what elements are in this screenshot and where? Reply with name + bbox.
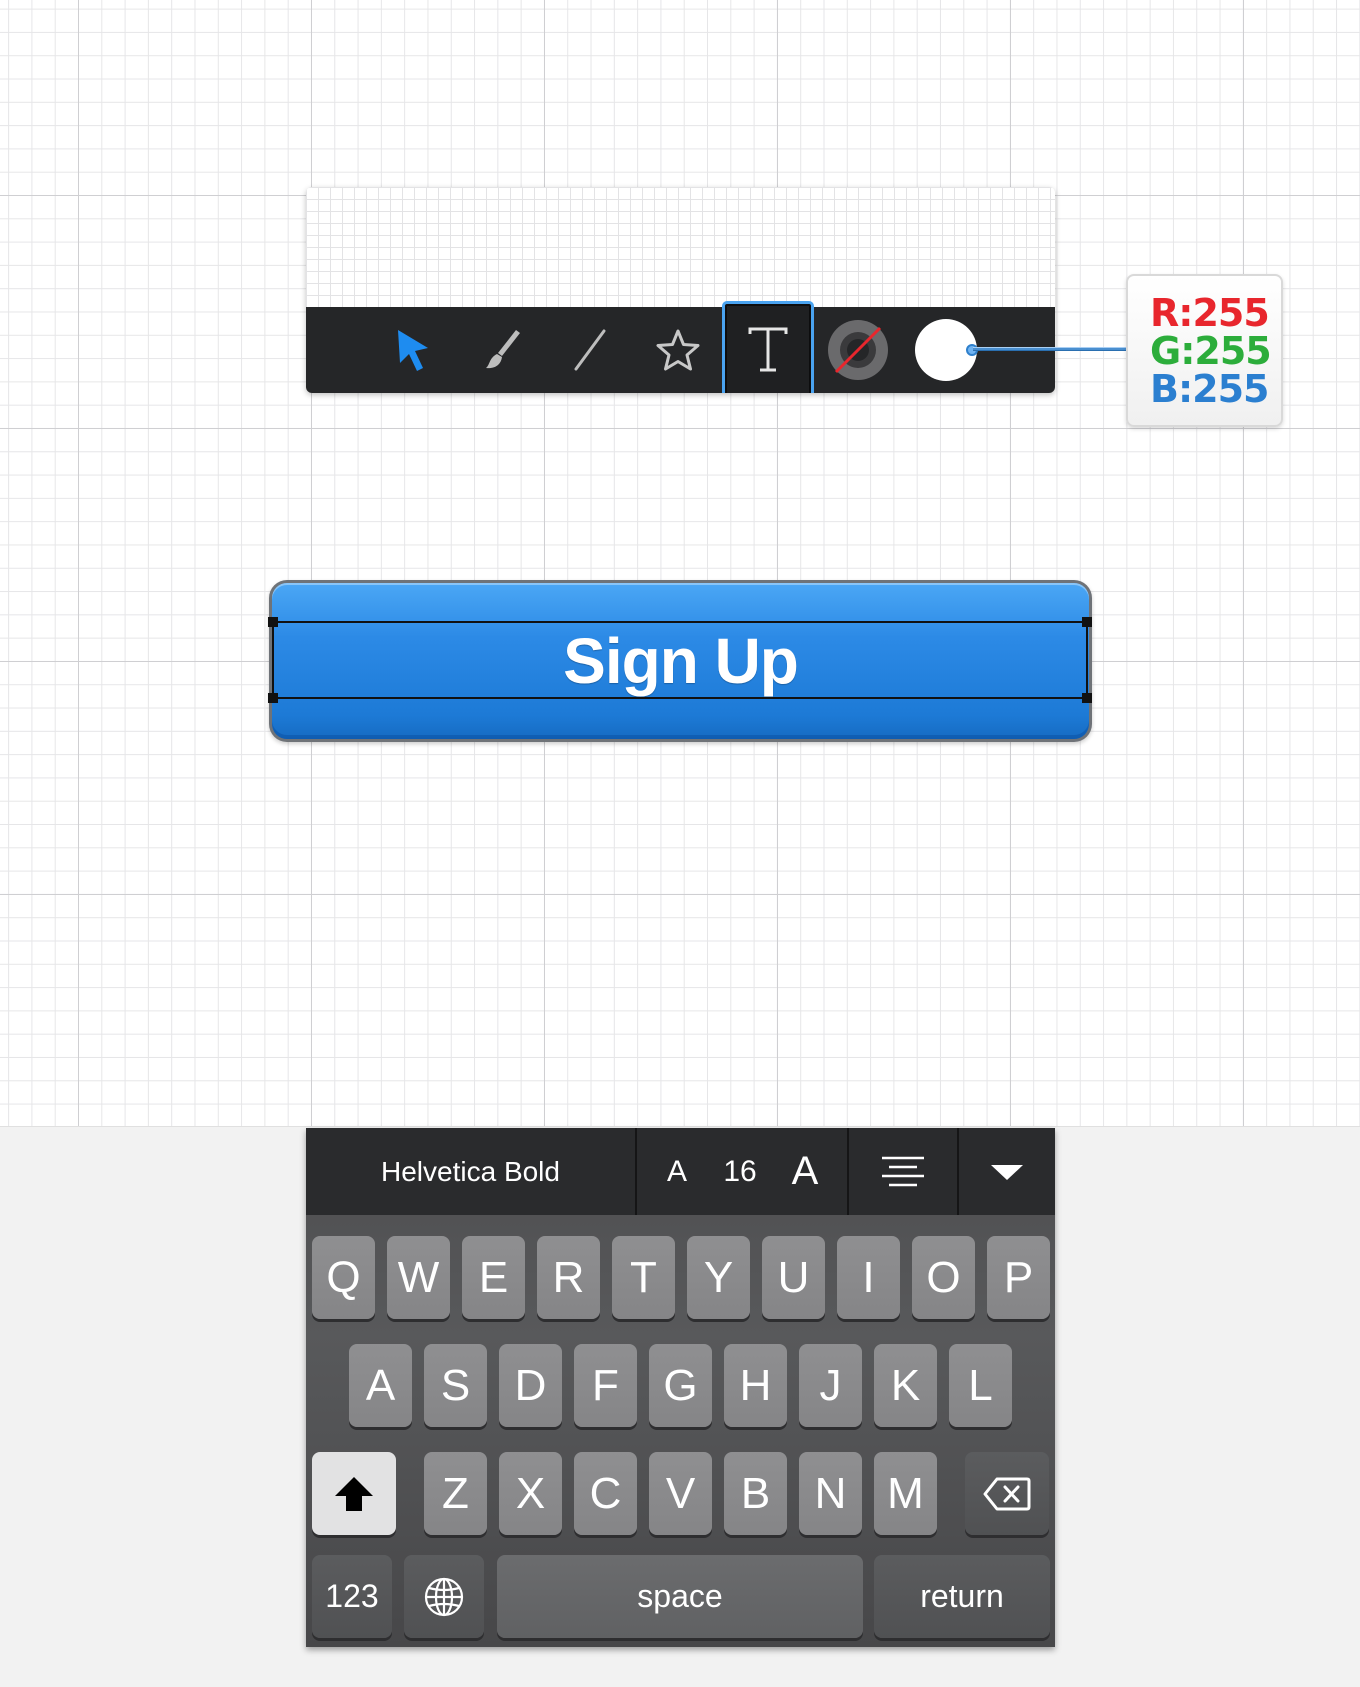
drawing-toolbar — [306, 301, 1055, 393]
text-format-toolbar: Helvetica Bold A 16 A — [306, 1128, 1055, 1215]
tool-panel — [306, 187, 1055, 393]
key-b[interactable]: B — [724, 1452, 787, 1535]
key-n[interactable]: N — [799, 1452, 862, 1535]
key-v[interactable]: V — [649, 1452, 712, 1535]
key-k[interactable]: K — [874, 1344, 937, 1427]
onscreen-keyboard: Helvetica Bold A 16 A Q W E R T Y U I O … — [306, 1128, 1055, 1647]
blue-value: B:255 — [1150, 366, 1269, 411]
font-size-control: A 16 A — [637, 1128, 849, 1215]
green-value: G:255 — [1150, 328, 1272, 373]
signup-button-frame: Sign Up — [269, 580, 1092, 742]
font-name-label: Helvetica Bold — [381, 1155, 560, 1187]
return-key[interactable]: return — [874, 1555, 1050, 1638]
shape-tool[interactable] — [634, 307, 722, 393]
key-a[interactable]: A — [349, 1344, 412, 1427]
color-callout-connector — [973, 347, 1126, 351]
key-m[interactable]: M — [874, 1452, 937, 1535]
shift-key[interactable] — [312, 1452, 396, 1535]
no-stroke-icon — [828, 320, 888, 380]
backspace-icon — [983, 1477, 1031, 1510]
hide-keyboard-button[interactable] — [959, 1128, 1055, 1215]
shift-icon — [335, 1476, 373, 1511]
stroke-color-tool[interactable] — [814, 307, 902, 393]
key-i[interactable]: I — [837, 1236, 900, 1319]
panel-grid-preview — [306, 187, 1055, 307]
key-z[interactable]: Z — [424, 1452, 487, 1535]
key-h[interactable]: H — [724, 1344, 787, 1427]
key-t[interactable]: T — [612, 1236, 675, 1319]
key-r[interactable]: R — [537, 1236, 600, 1319]
signup-button-label[interactable]: Sign Up — [563, 624, 799, 698]
chevron-down-icon — [991, 1164, 1023, 1180]
rgb-value-callout: R:255 G:255 B:255 — [1126, 274, 1283, 427]
red-value: R:255 — [1150, 290, 1270, 335]
key-c[interactable]: C — [574, 1452, 637, 1535]
key-g[interactable]: G — [649, 1344, 712, 1427]
brush-tool[interactable] — [458, 307, 546, 393]
signup-button[interactable]: Sign Up — [272, 583, 1089, 739]
font-size-value: 16 — [723, 1154, 757, 1188]
line-icon — [574, 329, 606, 371]
key-e[interactable]: E — [462, 1236, 525, 1319]
numbers-key[interactable]: 123 — [312, 1555, 392, 1638]
key-o[interactable]: O — [912, 1236, 975, 1319]
paintbrush-icon — [486, 330, 520, 369]
key-j[interactable]: J — [799, 1344, 862, 1427]
text-tool[interactable] — [722, 301, 814, 393]
key-q[interactable]: Q — [312, 1236, 375, 1319]
space-key[interactable]: space — [497, 1555, 863, 1638]
fill-color-swatch-icon — [915, 319, 978, 381]
delete-key[interactable] — [965, 1452, 1049, 1535]
key-y[interactable]: Y — [687, 1236, 750, 1319]
globe-key[interactable] — [404, 1555, 484, 1638]
select-tool[interactable] — [370, 307, 458, 393]
decrease-font-size-button[interactable]: A — [654, 1155, 700, 1189]
align-center-icon — [882, 1156, 924, 1186]
font-picker[interactable]: Helvetica Bold — [306, 1128, 637, 1215]
design-canvas[interactable] — [0, 0, 1360, 1127]
key-s[interactable]: S — [424, 1344, 487, 1427]
key-d[interactable]: D — [499, 1344, 562, 1427]
text-align-button[interactable] — [849, 1128, 959, 1215]
key-u[interactable]: U — [762, 1236, 825, 1319]
key-x[interactable]: X — [499, 1452, 562, 1535]
increase-font-size-button[interactable]: A — [780, 1149, 830, 1194]
key-w[interactable]: W — [387, 1236, 450, 1319]
cursor-arrow-icon — [398, 330, 428, 371]
key-p[interactable]: P — [987, 1236, 1050, 1319]
text-tool-icon — [748, 327, 788, 372]
globe-icon — [424, 1577, 464, 1616]
line-tool[interactable] — [546, 307, 634, 393]
star-icon — [656, 329, 700, 371]
key-f[interactable]: F — [574, 1344, 637, 1427]
key-l[interactable]: L — [949, 1344, 1012, 1427]
